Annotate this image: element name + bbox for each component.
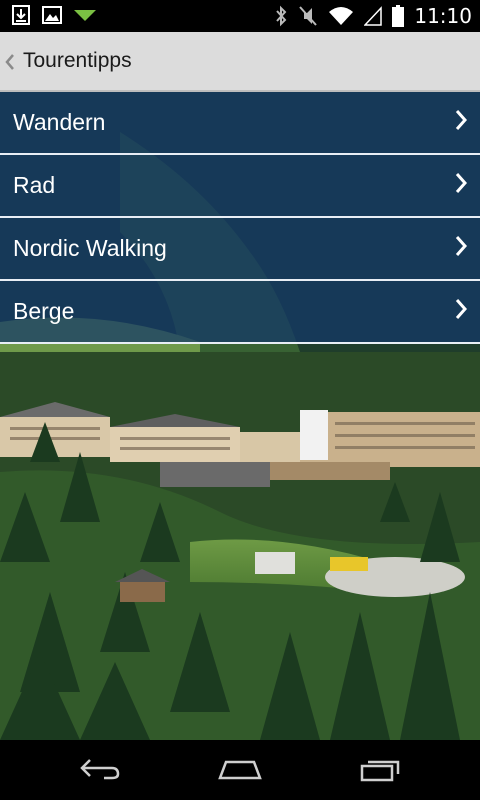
menu-item-label: Rad (13, 172, 56, 198)
menu-item-label: Nordic Walking (13, 235, 167, 261)
menu-item-wandern[interactable]: Wandern (0, 92, 480, 155)
back-icon[interactable] (78, 756, 122, 787)
cell-signal-icon (364, 6, 383, 26)
download-icon (12, 5, 30, 25)
menu-item-rad[interactable]: Rad (0, 155, 480, 218)
page-title[interactable]: Tourentipps (23, 49, 132, 73)
battery-icon (392, 5, 405, 27)
menu-item-berge[interactable]: Berge (0, 281, 480, 344)
image-icon (42, 6, 62, 24)
chevron-left-icon[interactable] (5, 32, 21, 90)
tour-menu-list: Wandern Rad Nordic Walking Berge (0, 92, 480, 344)
chevron-right-icon (454, 235, 468, 262)
menu-item-label: Wandern (13, 109, 106, 135)
action-bar: Tourentipps (0, 32, 480, 92)
menu-item-label: Berge (13, 298, 75, 324)
recents-icon[interactable] (358, 756, 402, 787)
bluetooth-icon (274, 5, 288, 27)
chevron-right-icon (454, 298, 468, 325)
status-time: 11:10 (414, 4, 472, 28)
mute-icon (298, 5, 318, 27)
status-bar: 11:10 (0, 0, 480, 32)
chevron-right-icon (454, 109, 468, 136)
chevron-right-icon (454, 172, 468, 199)
menu-item-nordic-walking[interactable]: Nordic Walking (0, 218, 480, 281)
navigation-bar (0, 740, 480, 800)
home-icon[interactable] (216, 756, 264, 787)
wifi-icon (328, 6, 354, 26)
signal-arrow-icon (74, 8, 96, 22)
